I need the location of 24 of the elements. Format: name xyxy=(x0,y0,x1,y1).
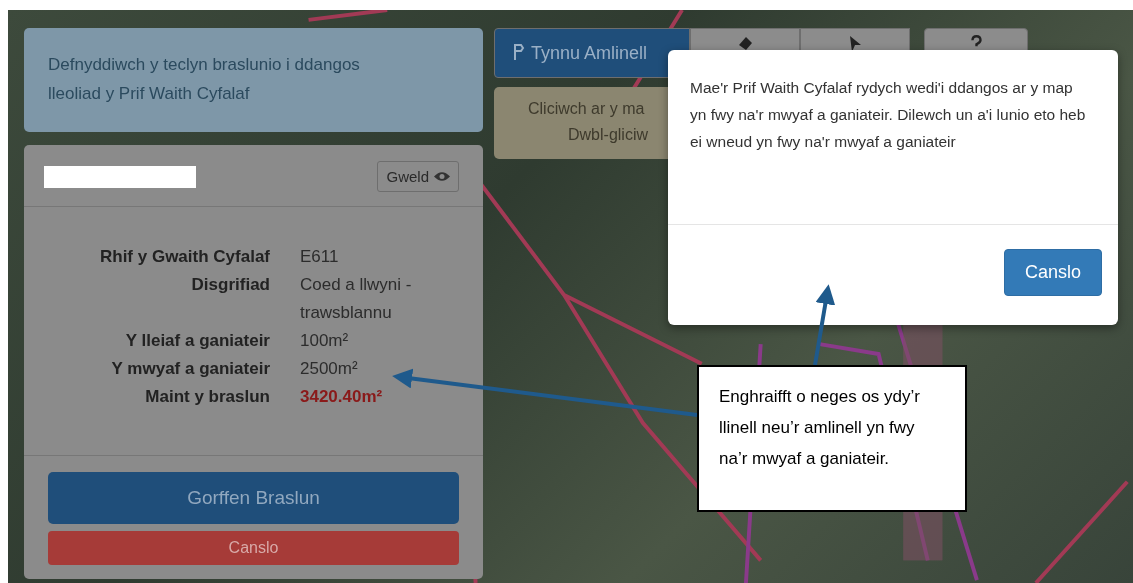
hint-text: Cliciwch ar y ma xyxy=(528,99,645,119)
detail-label: Rhif y Gwaith Cyfalaf xyxy=(98,246,270,268)
detail-label: Y lleiaf a ganiateir xyxy=(124,330,270,352)
toolbar-button[interactable]: Tynnu Amlinell xyxy=(494,28,690,78)
finish-sketch-button[interactable]: Gorffen Braslun xyxy=(48,472,459,524)
detail-label: Maint y braslun xyxy=(144,386,270,408)
instruction-box: Defnyddiwch y teclyn braslunio i ddangos lleoliad y Prif Waith Cyfalaf xyxy=(24,28,483,132)
cursor-icon xyxy=(848,35,862,53)
dialog-message: Mae'r Prif Waith Cyfalaf rydych wedi'i ddangos ar y map yn fwy na'r mwyaf a ganiateir. Dilewch un a'i lunio eto heb ei wneud yn fwy na'r mwyaf a ganiateir xyxy=(668,50,1118,225)
detail-value: 2500m² xyxy=(300,358,359,380)
annotation-text: Enghraifft o neges os ydy’r llinell neu’r amlinell yn fwy na’r mwyaf a ganiateir. xyxy=(718,386,921,470)
detail-value: E611 xyxy=(300,246,340,268)
detail-value: Coed a llwyni - trawsblannu xyxy=(300,274,413,324)
detail-value: 100m² xyxy=(300,330,350,352)
polygon-tool-icon xyxy=(512,43,525,61)
help-icon xyxy=(970,35,982,47)
cancel-button[interactable]: Canslo xyxy=(48,531,459,565)
detail-label: Disgrifiad xyxy=(190,274,270,296)
eye-icon xyxy=(434,171,450,182)
detail-label: Y mwyaf a ganiateir xyxy=(110,358,270,380)
view-button[interactable]: Gweld xyxy=(377,161,459,192)
detail-value: 3420.40m² xyxy=(300,386,384,408)
cancel-button[interactable]: Canslo xyxy=(1003,249,1102,296)
hint-text: Dwbl-gliciw xyxy=(568,125,648,145)
